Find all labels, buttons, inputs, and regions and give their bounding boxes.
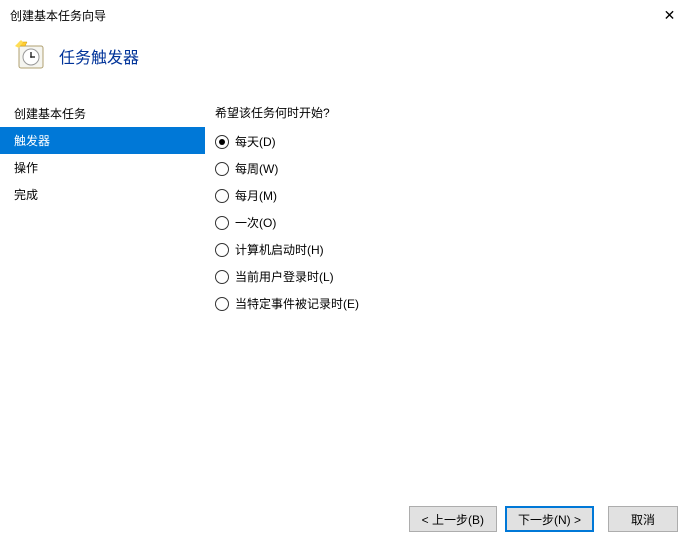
trigger-options: 每天(D) 每周(W) 每月(M) 一次(O) 计算机启动时(H) 当前用户登录时(L) 当… [215, 133, 692, 312]
radio-icon [215, 270, 229, 284]
radio-label: 每月(M) [235, 187, 277, 204]
trigger-option-4[interactable]: 计算机启动时(H) [215, 241, 692, 258]
close-button[interactable]: ✕ [647, 0, 692, 30]
trigger-question: 希望该任务何时开始? [215, 104, 692, 121]
wizard-sidebar: 创建基本任务触发器操作完成 [0, 100, 205, 486]
radio-icon [215, 243, 229, 257]
trigger-option-0[interactable]: 每天(D) [215, 133, 692, 150]
clock-wizard-icon [15, 40, 47, 72]
radio-label: 当前用户登录时(L) [235, 268, 334, 285]
close-icon: ✕ [664, 7, 676, 24]
sidebar-step-3[interactable]: 完成 [0, 181, 205, 208]
trigger-option-1[interactable]: 每周(W) [215, 160, 692, 177]
radio-label: 每周(W) [235, 160, 278, 177]
page-title: 任务触发器 [59, 44, 139, 68]
sidebar-step-0[interactable]: 创建基本任务 [0, 100, 205, 127]
trigger-option-3[interactable]: 一次(O) [215, 214, 692, 231]
content-area: 创建基本任务触发器操作完成 希望该任务何时开始? 每天(D) 每周(W) 每月(M)… [0, 100, 692, 486]
titlebar: 创建基本任务向导 ✕ [0, 0, 692, 30]
back-button[interactable]: < 上一步(B) [409, 506, 497, 532]
radio-icon [215, 216, 229, 230]
radio-icon [215, 135, 229, 149]
window-title: 创建基本任务向导 [10, 7, 106, 24]
cancel-button[interactable]: 取消 [608, 506, 678, 532]
radio-icon [215, 162, 229, 176]
radio-label: 一次(O) [235, 214, 276, 231]
wizard-header: 任务触发器 [0, 30, 692, 100]
trigger-option-6[interactable]: 当特定事件被记录时(E) [215, 295, 692, 312]
main-panel: 希望该任务何时开始? 每天(D) 每周(W) 每月(M) 一次(O) 计算机启动时(H)… [205, 100, 692, 486]
radio-label: 每天(D) [235, 133, 276, 150]
radio-icon [215, 297, 229, 311]
trigger-option-5[interactable]: 当前用户登录时(L) [215, 268, 692, 285]
sidebar-step-1[interactable]: 触发器 [0, 127, 205, 154]
next-button[interactable]: 下一步(N) > [505, 506, 594, 532]
radio-label: 当特定事件被记录时(E) [235, 295, 359, 312]
radio-icon [215, 189, 229, 203]
wizard-button-bar: < 上一步(B) 下一步(N) > 取消 [409, 506, 678, 532]
sidebar-step-2[interactable]: 操作 [0, 154, 205, 181]
trigger-option-2[interactable]: 每月(M) [215, 187, 692, 204]
radio-label: 计算机启动时(H) [235, 241, 324, 258]
